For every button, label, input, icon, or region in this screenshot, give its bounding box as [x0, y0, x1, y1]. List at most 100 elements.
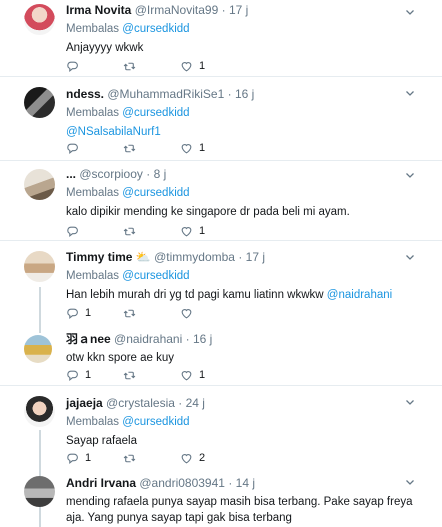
avatar[interactable] [24, 87, 55, 118]
display-name[interactable]: Irma Novita [66, 3, 131, 17]
retweet-button[interactable] [122, 223, 137, 239]
tweet-text: Anjayyyy wkwk [66, 42, 144, 54]
tweet[interactable]: ... @scorpiooy · 8 j Membalas @cursedkid… [0, 161, 442, 241]
reply-count: 1 [85, 307, 92, 319]
avatar[interactable] [24, 169, 55, 200]
replying-to: Membalas @cursedkidd [66, 21, 430, 37]
like-icon [180, 142, 193, 155]
retweet-icon [122, 369, 137, 382]
mention-link[interactable]: @cursedkidd [122, 270, 189, 282]
reply-button[interactable] [66, 58, 79, 74]
retweet-button[interactable] [122, 450, 137, 466]
avatar[interactable] [24, 396, 55, 427]
like-button[interactable]: 1 [180, 223, 205, 239]
tweet-header: Andri Irvana @andri0803941 · 14 j [66, 475, 430, 491]
separator: · [238, 250, 243, 264]
retweet-button[interactable] [122, 140, 137, 156]
tweet-header: 羽ａnee @naidrahani · 16 j [66, 331, 430, 347]
separator: · [227, 87, 232, 101]
mention-link[interactable]: @cursedkidd [122, 416, 189, 428]
avatar[interactable] [24, 476, 55, 507]
tweet-text: kalo dipikir mending ke singapore dr pad… [66, 206, 350, 218]
replying-to: Membalas @cursedkidd [66, 414, 430, 430]
display-name[interactable]: ndess. [66, 87, 104, 101]
like-count: 1 [199, 60, 206, 72]
like-button[interactable]: 1 [180, 58, 205, 74]
timestamp[interactable]: 24 j [186, 396, 205, 410]
like-button[interactable] [180, 305, 193, 321]
replying-to: Membalas @cursedkidd [66, 268, 430, 284]
reply-button[interactable]: 1 [66, 305, 91, 321]
retweet-button[interactable] [122, 58, 137, 74]
replying-to: Membalas @cursedkidd [66, 185, 430, 201]
reply-icon [66, 60, 79, 73]
separator: · [146, 167, 151, 181]
like-count: 2 [199, 452, 206, 464]
display-name[interactable]: Timmy time [66, 250, 132, 264]
mention-link[interactable]: @cursedkidd [122, 23, 189, 35]
tweet[interactable]: jajaeja @crystalesia · 24 j Membalas @cu… [0, 386, 442, 466]
reply-icon [66, 225, 79, 238]
tweet-header: ndess. @MuhammadRikiSe1 · 16 j [66, 86, 430, 102]
timestamp[interactable]: 16 j [193, 332, 212, 346]
tweet-text-body: Han lebih murah dri yg td pagi kamu liat… [66, 289, 327, 301]
retweet-button[interactable] [122, 367, 137, 383]
display-name[interactable]: ... [66, 167, 76, 181]
like-icon [180, 307, 193, 320]
tweet[interactable]: Timmy time ⛅ @timmydomba · 17 j Membalas… [0, 241, 442, 321]
tweet-header: Timmy time ⛅ @timmydomba · 17 j [66, 249, 430, 265]
like-button[interactable]: 1 [180, 367, 205, 383]
handle[interactable]: @timmydomba [154, 250, 235, 264]
tweet-text: Sayap rafaela [66, 435, 137, 447]
reply-button[interactable] [66, 140, 79, 156]
tweet[interactable]: 羽ａnee @naidrahani · 16 j otw kkn spore a… [0, 321, 442, 386]
avatar[interactable] [24, 251, 55, 282]
mention-link[interactable]: @naidrahani [327, 289, 392, 301]
handle[interactable]: @scorpiooy [79, 167, 143, 181]
reply-icon [66, 142, 79, 155]
reply-prefix: Membalas [66, 416, 120, 428]
handle[interactable]: @naidrahani [114, 332, 182, 346]
tweet[interactable]: ndess. @MuhammadRikiSe1 · 16 j Membalas … [0, 77, 442, 161]
reply-button[interactable]: 1 [66, 450, 91, 466]
like-icon [180, 452, 193, 465]
separator: · [228, 476, 233, 490]
mention-link[interactable]: @cursedkidd [122, 187, 189, 199]
timestamp[interactable]: 17 j [229, 3, 248, 17]
avatar[interactable] [24, 4, 55, 35]
reply-button[interactable]: 1 [66, 367, 91, 383]
handle[interactable]: @crystalesia [106, 396, 175, 410]
tweet-text: Han lebih murah dri yg td pagi kamu liat… [66, 287, 430, 303]
timestamp[interactable]: 16 j [235, 87, 254, 101]
like-icon [180, 369, 193, 382]
reply-prefix: Membalas [66, 270, 120, 282]
timestamp[interactable]: 17 j [246, 250, 265, 264]
handle[interactable]: @MuhammadRikiSe1 [107, 87, 224, 101]
display-name[interactable]: 羽ａnee [66, 332, 111, 346]
tweet[interactable]: Andri Irvana @andri0803941 · 14 j mendin… [0, 466, 442, 527]
separator: · [185, 332, 190, 346]
retweet-icon [122, 452, 137, 465]
tweet[interactable]: Irma Novita @IrmaNovita99 · 17 j Membala… [0, 0, 442, 77]
display-name[interactable]: Andri Irvana [66, 476, 136, 490]
reply-button[interactable] [66, 223, 79, 239]
like-button[interactable]: 2 [180, 450, 205, 466]
mention-link[interactable]: @cursedkidd [122, 107, 189, 119]
tweet-header: ... @scorpiooy · 8 j [66, 166, 430, 182]
like-button[interactable]: 1 [180, 140, 205, 156]
retweet-button[interactable] [122, 305, 137, 321]
reply-prefix: Membalas [66, 107, 120, 119]
timestamp[interactable]: 14 j [236, 476, 255, 490]
reply-prefix: Membalas [66, 187, 120, 199]
like-count: 1 [199, 369, 206, 381]
handle[interactable]: @andri0803941 [139, 476, 225, 490]
display-name[interactable]: jajaeja [66, 396, 103, 410]
like-icon [180, 60, 193, 73]
timestamp[interactable]: 8 j [154, 167, 167, 181]
avatar[interactable] [24, 335, 52, 363]
retweet-icon [122, 225, 137, 238]
handle[interactable]: @IrmaNovita99 [135, 3, 219, 17]
mention-link[interactable]: @NSalsabilaNurf1 [66, 126, 161, 138]
reply-count: 1 [85, 369, 92, 381]
reply-icon [66, 452, 79, 465]
